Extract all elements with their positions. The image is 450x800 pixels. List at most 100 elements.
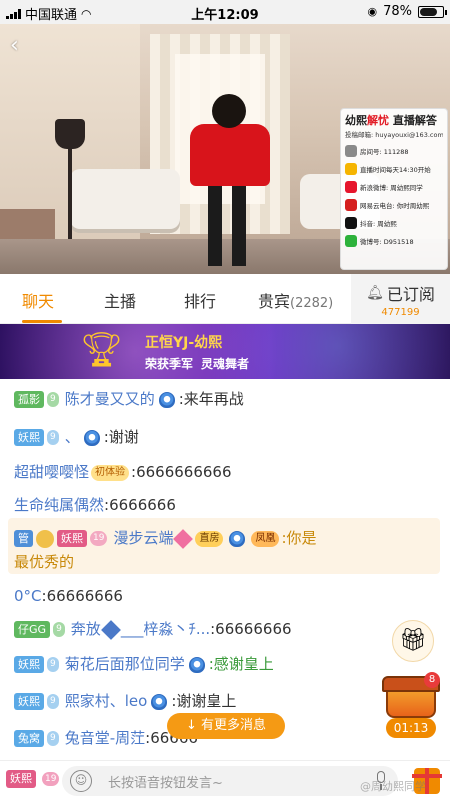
chat-text: :来年再战 bbox=[178, 390, 244, 408]
bell-icon: 🔔︎ bbox=[366, 285, 384, 301]
chat-text: 最优秀的 bbox=[14, 553, 75, 571]
info-row: 抖音: 周幼熙 bbox=[345, 217, 443, 229]
info-email: 投稿邮箱: huyayouxi@163.com bbox=[345, 131, 443, 139]
info-row-text: 新浪微博: 周幼熙同学 bbox=[360, 184, 423, 192]
chat-message[interactable]: 孤影 9 陈才曼又又的:来年再战 bbox=[14, 388, 440, 410]
tab-chat[interactable]: 聊天 bbox=[22, 288, 54, 312]
info-board: 幼熙解忧 直播解答 投稿邮箱: huyayouxi@163.com 房间号: 1… bbox=[340, 108, 448, 270]
chat-text: :你是 bbox=[281, 529, 317, 547]
chat-username[interactable]: 菊花后面那位同学 bbox=[65, 655, 185, 673]
chat-username[interactable]: 奔放 bbox=[71, 620, 101, 638]
phoenix-badge: 凤凰 bbox=[251, 530, 280, 547]
info-row: 微博号: D951518 bbox=[345, 235, 443, 247]
banner-title: 正恒YJ-幼熙 bbox=[145, 335, 223, 351]
chat-message[interactable]: 生命纯属偶然:6666666 bbox=[14, 494, 440, 516]
watermark: @周幼熙同学 bbox=[360, 780, 426, 793]
shield-icon bbox=[158, 391, 175, 408]
chat-text: :谢谢 bbox=[103, 428, 139, 446]
chat-username[interactable]: 、 bbox=[65, 428, 80, 446]
chat-input[interactable]: ☺ 长按语音按钮发言~ bbox=[62, 766, 398, 796]
chat-text: :66666666 bbox=[41, 587, 123, 605]
shield-icon bbox=[83, 429, 100, 446]
chat-username[interactable]: 兔音堂-周茳 bbox=[65, 729, 145, 747]
dancer-body bbox=[190, 124, 270, 186]
chat-text: :感谢皇上 bbox=[208, 655, 274, 673]
chat-username[interactable]: 超甜嘤嘤怪 bbox=[14, 463, 89, 481]
tab-host[interactable]: 主播 bbox=[104, 288, 136, 312]
chat-username-suffix: ___梓淼丶ﾁ... bbox=[120, 620, 211, 638]
info-board-title: 幼熙解忧 直播解答 bbox=[345, 112, 443, 128]
tab-guests-label: 贵宾 bbox=[258, 292, 291, 311]
info-row-text: 微博号: D951518 bbox=[360, 238, 414, 246]
weibo-icon bbox=[345, 181, 357, 193]
chat-username[interactable]: 陈才曼又又的 bbox=[65, 390, 155, 408]
chat-message[interactable]: 妖熙 9 、 :谢谢 bbox=[14, 426, 440, 448]
chat-username[interactable]: 熙家村、leo bbox=[65, 692, 148, 710]
fan-level: 9 bbox=[47, 430, 59, 445]
status-right: ◉ 78% bbox=[367, 4, 447, 19]
fan-level: 19 bbox=[90, 531, 108, 546]
video-lamp bbox=[55, 119, 85, 149]
tab-guests[interactable]: 贵宾(2282) bbox=[258, 288, 333, 312]
info-row-text: 直播时间每天14:30开始 bbox=[360, 166, 431, 174]
subscribe-button[interactable]: 🔔︎ 已订阅 477199 bbox=[351, 274, 450, 324]
emoji-icon[interactable]: ☺ bbox=[70, 770, 92, 792]
heart-gem-icon bbox=[173, 528, 194, 549]
tab-rank[interactable]: 排行 bbox=[184, 288, 216, 312]
shield-icon bbox=[151, 693, 168, 710]
fan-level: 9 bbox=[47, 731, 59, 746]
gift-timer: 01:13 bbox=[386, 718, 436, 738]
fan-badge: 妖熙 bbox=[14, 429, 44, 446]
more-messages-button[interactable]: ↓ 有更多消息 bbox=[167, 713, 285, 739]
chat-message-highlight[interactable]: 管 妖熙 19 漫步云端 直房 凤凰:你是 bbox=[14, 527, 440, 549]
info-row-text: 网易云电台: 你时周幼熙 bbox=[360, 202, 430, 210]
clock-icon bbox=[345, 163, 357, 175]
room-manager-badge: 直房 bbox=[195, 530, 224, 547]
status-bar: 中国联通 ◠ 上午12:09 ◉ 78% bbox=[0, 0, 450, 24]
chat-message[interactable]: 0°C:66666666 bbox=[14, 585, 440, 607]
admin-badge: 管 bbox=[14, 530, 33, 547]
back-chevron-icon[interactable]: ‹ bbox=[10, 34, 36, 60]
treasure-chest-icon[interactable]: 🎁︎ bbox=[392, 620, 434, 662]
video-sofa-left bbox=[70, 169, 180, 229]
chat-username[interactable]: 0°C bbox=[14, 587, 42, 605]
chat-input-placeholder: 长按语音按钮发言~ bbox=[108, 776, 223, 791]
chat-text: :6666666 bbox=[104, 496, 176, 514]
chat-username[interactable]: 生命纯属偶然 bbox=[14, 496, 104, 514]
info-row: 房间号: 111288 bbox=[345, 145, 443, 157]
my-fan-level: 19 bbox=[42, 772, 60, 786]
fan-badge: 妖熙 bbox=[57, 530, 87, 547]
battery-icon bbox=[418, 5, 447, 18]
fan-badge: 仔GG bbox=[14, 621, 51, 638]
netease-music-icon bbox=[345, 199, 357, 211]
dancer-leg bbox=[208, 184, 222, 266]
chat-message-continuation: 最优秀的 bbox=[14, 551, 440, 573]
gift-count-badge: 8 bbox=[424, 672, 440, 688]
newbie-badge: 初体验 bbox=[91, 464, 130, 481]
fan-level: 9 bbox=[47, 694, 59, 709]
fan-badge: 妖熙 bbox=[14, 656, 44, 673]
avatar bbox=[36, 529, 54, 548]
subscribe-label: 已订阅 bbox=[386, 285, 435, 304]
chat-message[interactable]: 妖熙 9 菊花后面那位同学:感谢皇上 bbox=[14, 653, 440, 675]
fan-badge: 兔窝 bbox=[14, 730, 44, 747]
banner-award-name: 灵魂舞者 bbox=[201, 357, 250, 371]
live-video[interactable]: ‹ 幼熙解忧 直播解答 投稿邮箱: huyayouxi@163.com 房间号:… bbox=[0, 24, 450, 274]
info-row: 直播时间每天14:30开始 bbox=[345, 163, 443, 175]
rotation-lock-icon: ◉ bbox=[367, 5, 378, 18]
subscribe-count: 477199 bbox=[381, 307, 420, 318]
chat-username[interactable]: 漫步云端 bbox=[113, 529, 173, 547]
chat-message[interactable]: 超甜嘤嘤怪 初体验:6666666666 bbox=[14, 461, 440, 483]
diamond-icon bbox=[100, 619, 121, 640]
info-title-suffix: 直播解答 bbox=[389, 114, 437, 127]
subscribe-top: 🔔︎ 已订阅 bbox=[351, 281, 450, 305]
trophy-icon: 🏆︎ bbox=[80, 330, 124, 370]
chat-message[interactable]: 妖熙 9 熙家村、leo:谢谢皇上 bbox=[14, 690, 440, 712]
info-row-text: 抖音: 周幼熙 bbox=[360, 220, 397, 228]
fan-badge: 妖熙 bbox=[14, 693, 44, 710]
chat-message[interactable]: 仔GG 9 奔放 ___梓淼丶ﾁ...:66666666 bbox=[14, 618, 440, 640]
award-banner[interactable]: 🏆︎ 正恒YJ-幼熙 荣获季军 灵魂舞者 bbox=[0, 324, 450, 379]
gift-chest-button[interactable]: 8 01:13 bbox=[382, 672, 440, 740]
fan-level: 9 bbox=[47, 392, 59, 407]
my-fan-badge[interactable]: 妖熙 bbox=[6, 770, 36, 788]
